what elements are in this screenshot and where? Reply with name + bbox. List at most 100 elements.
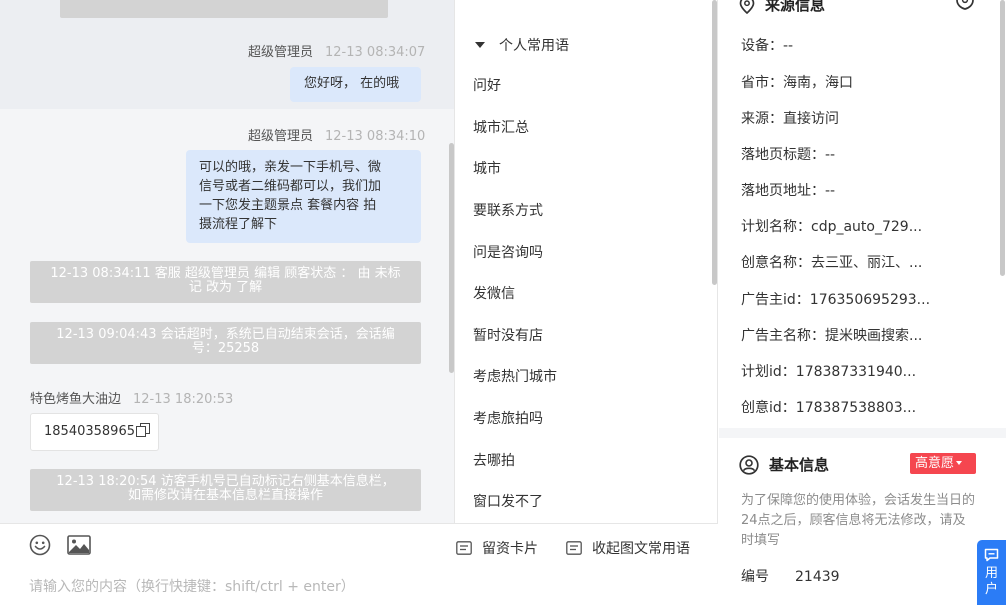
info-row-creative-name: 创意名称：去三亚、丽江、... xyxy=(741,252,922,272)
phrases-scrollbar[interactable] xyxy=(712,0,717,285)
location-pin-icon xyxy=(739,0,755,14)
system-line: 记 改为 了解 xyxy=(188,280,263,295)
message-composer: 留资卡片 收起图文常用语 xyxy=(0,523,718,605)
chat-scrollbar[interactable] xyxy=(449,143,454,373)
copy-icon[interactable] xyxy=(135,423,150,437)
phrase-item[interactable]: 考虑热门城市 xyxy=(473,366,557,386)
card-icon xyxy=(456,541,472,555)
shield-icon[interactable] xyxy=(955,0,975,10)
info-label: 广告主名称： xyxy=(741,328,825,344)
info-row-plan-name: 计划名称：cdp_auto_729... xyxy=(741,216,922,236)
system-message-partial xyxy=(60,0,388,18)
info-row-creative-id: 创意id：178387538803... xyxy=(741,397,916,417)
phrase-item[interactable]: 考虑旅拍吗 xyxy=(473,408,543,428)
phrase-item[interactable]: 暂时没有店 xyxy=(473,325,543,345)
intent-level-dropdown[interactable]: 高意愿 xyxy=(910,453,976,474)
phrase-item[interactable]: 窗口发不了 xyxy=(473,491,543,511)
info-label: 计划名称： xyxy=(741,219,811,235)
system-message: 12-13 08:34:11 客服 超级管理员 编辑 顾客状态 ： 由 未标 记… xyxy=(30,261,421,303)
info-value: -- xyxy=(825,183,836,199)
info-value: 21439 xyxy=(795,569,840,585)
info-row-landing-url: 落地页地址：-- xyxy=(741,180,835,200)
info-row-device: 设备：-- xyxy=(741,35,793,55)
system-line: 12-13 18:20:54 访客手机号已自动标记右侧基本信息栏， xyxy=(56,474,395,489)
info-value: 176350695293... xyxy=(809,292,931,308)
phrase-list-icon xyxy=(566,541,582,555)
sender-name: 超级管理员 xyxy=(248,129,314,144)
image-icon[interactable] xyxy=(67,535,91,555)
chat-bubble-icon xyxy=(984,548,999,562)
intent-level-label: 高意愿 xyxy=(915,456,955,471)
lead-card-button[interactable]: 留资卡片 xyxy=(456,538,538,558)
basic-info-title: 基本信息 xyxy=(769,456,830,474)
section-divider xyxy=(719,428,1006,438)
info-row-advertiser-name: 广告主名称：提米映画搜索... xyxy=(741,325,922,345)
agent-message-bubble: 可以的哦，亲发一下手机号、微 信号或者二维码都可以，我们加 一下您发主题景点 套… xyxy=(186,150,421,243)
phrase-group-title: 个人常用语 xyxy=(499,38,569,54)
info-value: 提米映画搜索... xyxy=(825,328,923,344)
info-value: 海南，海口 xyxy=(783,75,853,91)
info-value: 178387331940... xyxy=(795,364,917,380)
info-row-number: 编号 21439 xyxy=(741,566,840,586)
info-row-region: 省市：海南，海口 xyxy=(741,72,853,92)
message-time: 12-13 08:34:10 xyxy=(325,129,426,144)
emoji-icon[interactable] xyxy=(29,534,51,556)
message-line: 摄流程了解下 xyxy=(199,217,278,232)
message-line: 一下您发主题景点 套餐内容 拍 xyxy=(199,198,377,213)
user-tab-label: 用户 xyxy=(984,566,998,597)
info-row-landing-title: 落地页标题：-- xyxy=(741,144,835,164)
info-label: 创意名称： xyxy=(741,255,811,271)
phrase-item[interactable]: 城市汇总 xyxy=(473,117,529,137)
info-label: 省市： xyxy=(741,75,783,91)
edit-deadline-hint: 为了保障您的使用体验，会话发生当日的24点之后，顾客信息将无法修改，请及时填写 xyxy=(741,493,976,548)
chat-panel: 超级管理员 12-13 08:34:07 您好呀， 在的哦 超级管理员 12-13 … xyxy=(0,0,455,605)
caret-down-icon xyxy=(956,461,963,465)
info-row-source: 来源：直接访问 xyxy=(741,108,839,128)
info-value: cdp_auto_729... xyxy=(811,219,923,235)
basic-info-header: 基本信息 xyxy=(739,454,829,475)
visitor-message-bubble: 18540358965 xyxy=(30,413,159,451)
system-line: 号：25258 xyxy=(191,341,260,356)
agent-message-bubble: 您好呀， 在的哦 xyxy=(290,67,421,102)
lead-card-label: 留资卡片 xyxy=(482,541,538,557)
chat-history[interactable]: 超级管理员 12-13 08:34:07 您好呀， 在的哦 超级管理员 12-13 … xyxy=(0,0,454,523)
message-line: 可以的哦，亲发一下手机号、微 xyxy=(199,160,382,175)
message-time: 12-13 18:20:53 xyxy=(133,392,234,407)
info-value: -- xyxy=(825,147,836,163)
quick-phrases-panel: 个人常用语 问好 城市汇总 城市 要联系方式 问是咨询吗 发微信 暂时没有店 考… xyxy=(455,0,718,523)
system-line: 12-13 09:04:43 会话超时，系统已自动结束会话，会话编 xyxy=(56,327,395,342)
message-meta: 特色烤鱼大油边 12-13 18:20:53 xyxy=(30,388,233,407)
info-scrollbar[interactable] xyxy=(1000,0,1005,276)
message-time: 12-13 08:34:07 xyxy=(325,45,426,60)
info-label: 计划id： xyxy=(741,364,796,380)
user-side-tab[interactable]: 用户 xyxy=(977,540,1006,605)
customer-info-panel: 来源信息 设备：-- 省市：海南，海口 来源：直接访问 落地页标题：-- 落地页… xyxy=(719,0,1006,605)
system-message: 12-13 09:04:43 会话超时，系统已自动结束会话，会话编 号：2525… xyxy=(30,322,421,364)
info-label: 广告主id： xyxy=(741,292,810,308)
phrase-group-header[interactable]: 个人常用语 xyxy=(475,35,569,55)
info-label: 创意id： xyxy=(741,400,796,416)
phrase-item[interactable]: 要联系方式 xyxy=(473,200,543,220)
sender-name: 超级管理员 xyxy=(248,45,314,60)
info-row-advertiser-id: 广告主id：176350695293... xyxy=(741,289,930,309)
phrase-item[interactable]: 城市 xyxy=(473,158,501,178)
system-message: 12-13 18:20:54 访客手机号已自动标记右侧基本信息栏， 如需修改请在… xyxy=(30,469,421,511)
info-row-plan-id: 计划id：178387331940... xyxy=(741,361,916,381)
phone-number-text: 18540358965 xyxy=(44,424,135,439)
info-value: 直接访问 xyxy=(783,111,839,127)
message-input[interactable] xyxy=(29,574,689,600)
phrase-item[interactable]: 问是咨询吗 xyxy=(473,242,543,262)
info-value: -- xyxy=(783,38,794,54)
message-line: 信号或者二维码都可以，我们加 xyxy=(199,179,382,194)
phrase-item[interactable]: 去哪拍 xyxy=(473,450,515,470)
phrase-item[interactable]: 问好 xyxy=(473,75,501,95)
info-label: 编号 xyxy=(741,569,769,585)
collapse-phrases-button[interactable]: 收起图文常用语 xyxy=(566,538,690,558)
message-text: 您好呀， 在的哦 xyxy=(304,76,400,91)
system-line: 如需修改请在基本信息栏直接操作 xyxy=(127,488,323,503)
user-circle-icon xyxy=(739,454,759,475)
source-info-title: 来源信息 xyxy=(765,0,826,14)
message-meta: 超级管理员 12-13 08:34:10 xyxy=(248,125,425,144)
phrase-item[interactable]: 发微信 xyxy=(473,283,515,303)
collapse-phrases-label: 收起图文常用语 xyxy=(592,541,690,557)
